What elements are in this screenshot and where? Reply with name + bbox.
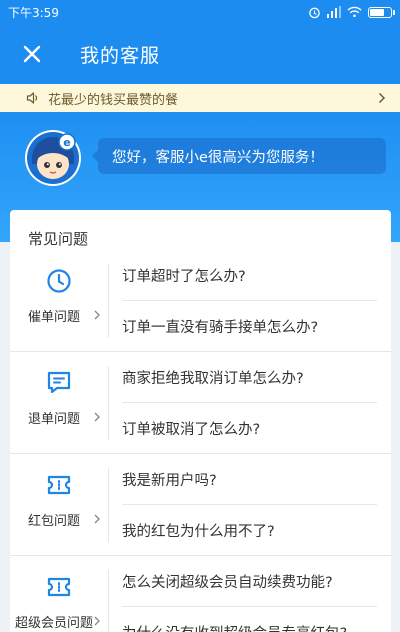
faq-question[interactable]: 怎么关闭超级会员自动续费功能? [122, 556, 378, 606]
svg-text:e: e [63, 136, 70, 149]
faq-category-cancel-order[interactable]: 退单问题 [10, 352, 108, 454]
faq-heading: 常见问题 [28, 230, 89, 248]
chevron-right-icon [378, 92, 386, 104]
greeting-text: 您好，客服小e很高兴为您服务！ [112, 149, 324, 166]
chat-icon [47, 371, 71, 394]
faq-category-label: 红包问题 [27, 514, 80, 529]
faq-question[interactable]: 商家拒绝我取消订单怎么办? [122, 352, 378, 402]
page-title: 我的客服 [80, 44, 161, 67]
faq-group: 退单问题 商家拒绝我取消订单怎么办? 订单被取消了怎么办? [10, 352, 391, 454]
notice-text: 花最少的钱买最赞的餐 [48, 92, 179, 108]
faq-category-red-packet[interactable]: 红包问题 [10, 454, 108, 556]
faq-question[interactable]: 订单一直没有骑手接单怎么办? [122, 301, 378, 351]
faq-question[interactable]: 订单被取消了怎么办? [122, 403, 378, 453]
faq-group: 超级会员问题 怎么关闭超级会员自动续费功能? 为什么没有收到超级会员专享红包? [10, 556, 391, 632]
faq-category-urge-order[interactable]: 催单问题 [10, 250, 108, 352]
clock-icon [47, 269, 71, 293]
faq-question[interactable]: 为什么没有收到超级会员专享红包? [122, 607, 378, 632]
app-header: 我的客服 [0, 24, 400, 84]
faq-question[interactable]: 我的红包为什么用不了? [122, 505, 378, 555]
wifi-icon [347, 6, 362, 18]
signal-icon [327, 6, 341, 18]
status-time: 下午3:59 [8, 5, 59, 20]
ticket-icon [47, 577, 71, 597]
close-icon [23, 45, 41, 63]
notice-bar[interactable]: 花最少的钱买最赞的餐 [0, 84, 400, 112]
faq-card: 常见问题 催单问题 订单超时了怎么办? 订单一直没有骑手接单怎么办? 退单问题 … [10, 210, 391, 632]
ticket-icon [47, 475, 71, 495]
chevron-right-icon [94, 310, 100, 320]
close-button[interactable] [0, 24, 64, 84]
chevron-right-icon [94, 514, 100, 524]
status-bar: 下午3:59 [0, 0, 400, 24]
chevron-right-icon [94, 616, 100, 626]
faq-question[interactable]: 订单超时了怎么办? [122, 250, 378, 300]
chevron-right-icon [94, 412, 100, 422]
faq-category-label: 超级会员问题 [14, 616, 93, 631]
speaker-icon [26, 92, 38, 104]
avatar: e [25, 130, 81, 186]
faq-category-super-member[interactable]: 超级会员问题 [10, 556, 108, 632]
faq-group: 催单问题 订单超时了怎么办? 订单一直没有骑手接单怎么办? [10, 250, 391, 352]
faq-group: 红包问题 我是新用户吗? 我的红包为什么用不了? [10, 454, 391, 556]
faq-question[interactable]: 我是新用户吗? [122, 454, 378, 504]
greeting-bubble: 您好，客服小e很高兴为您服务！ [92, 138, 386, 174]
alarm-icon [309, 7, 320, 18]
battery-icon [368, 6, 395, 18]
faq-category-label: 退单问题 [27, 412, 80, 427]
faq-category-label: 催单问题 [27, 310, 80, 325]
